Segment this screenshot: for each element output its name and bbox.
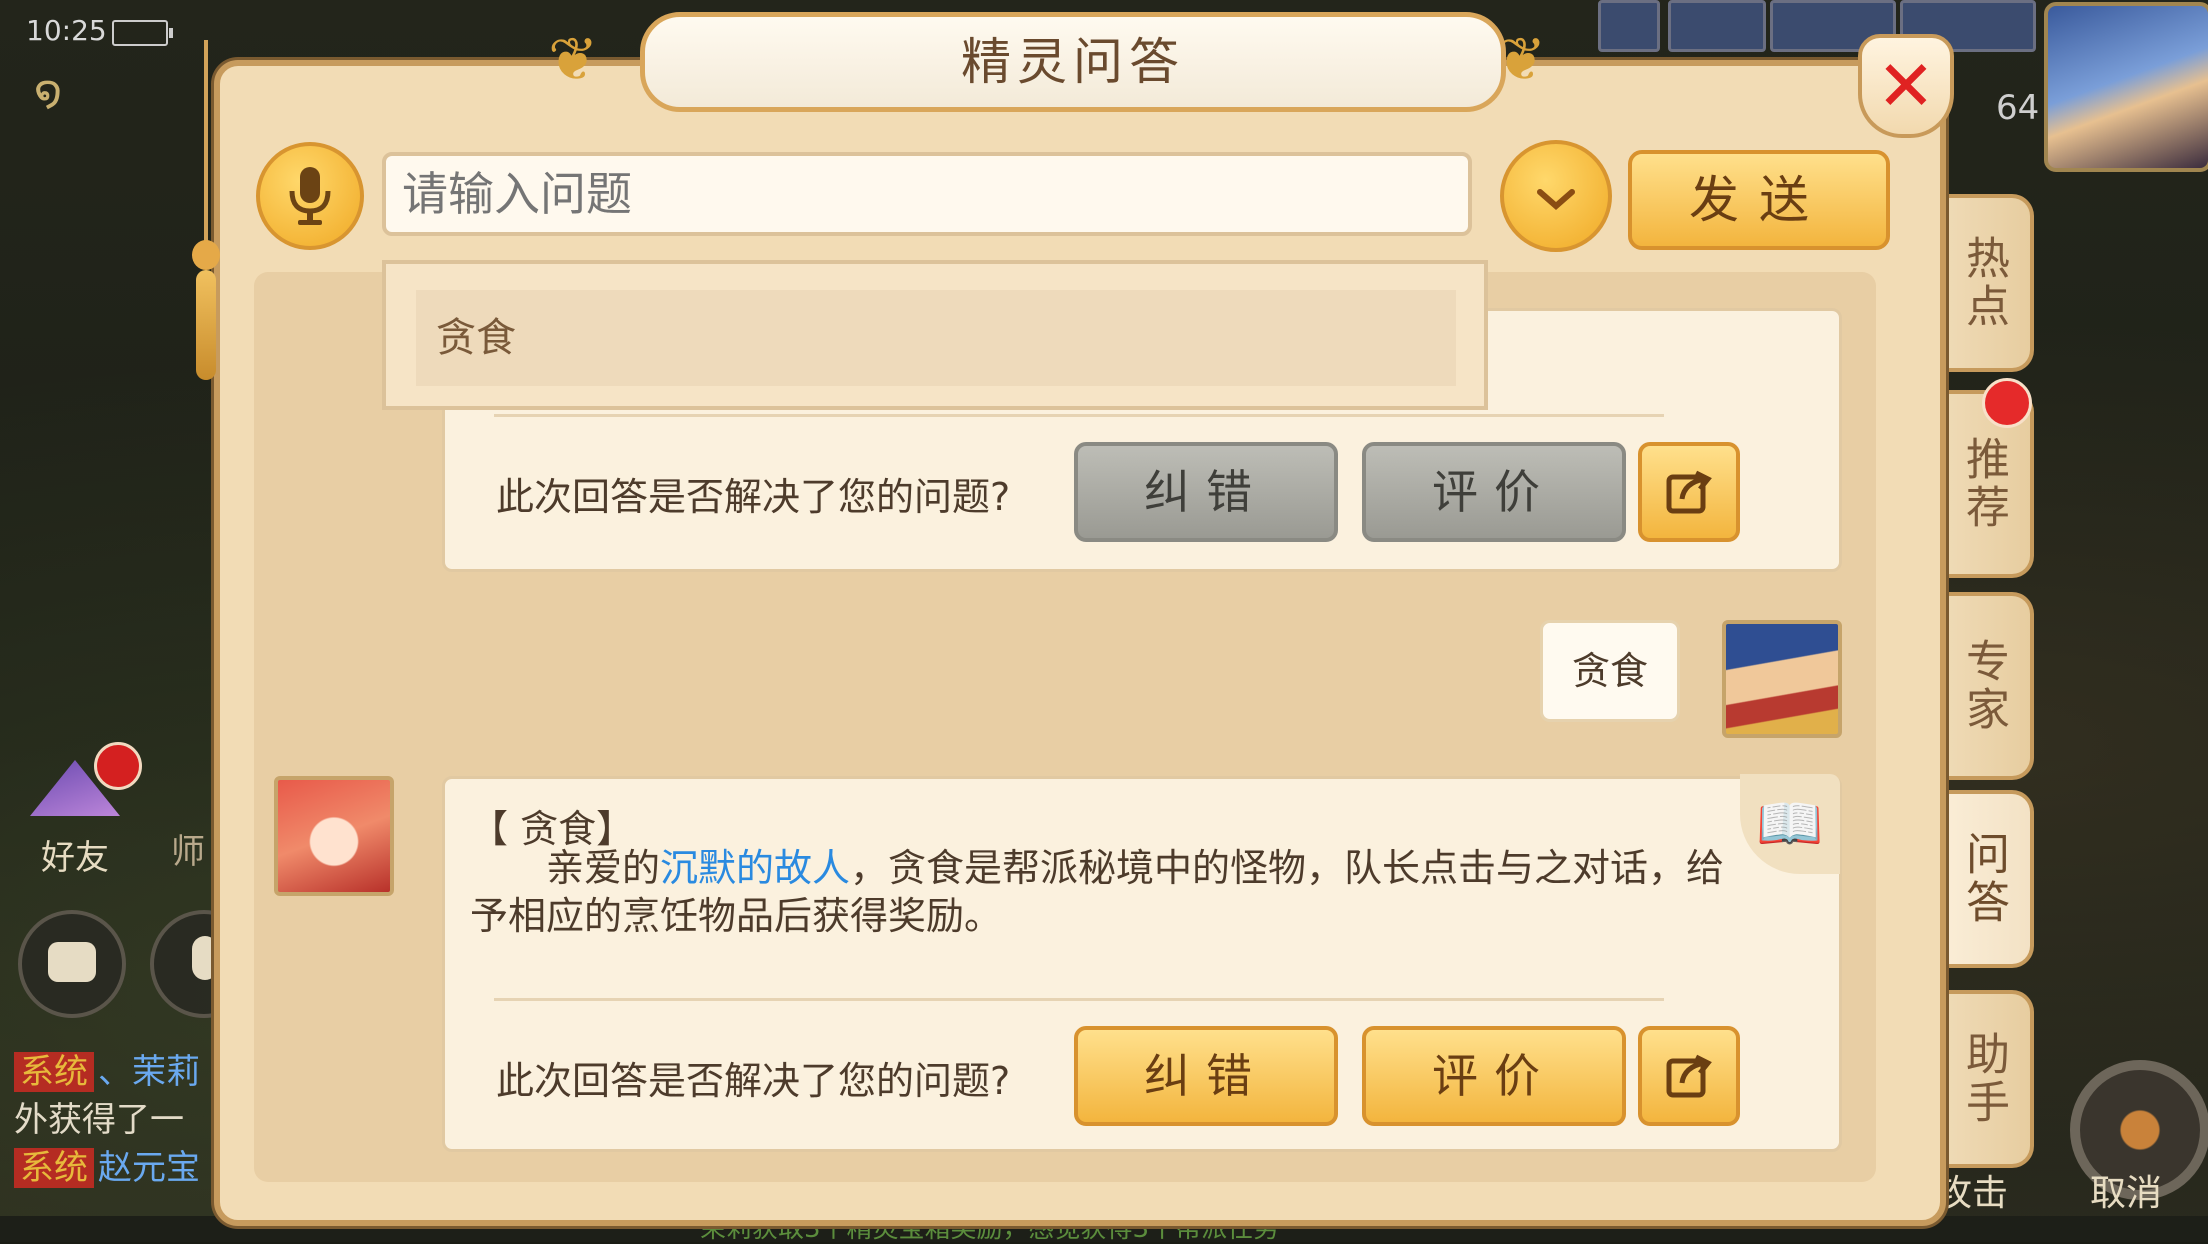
chat-bubble-icon [48, 942, 96, 982]
chat-line-2: 外获得了一 [14, 1100, 184, 1140]
spirit-avatar [274, 776, 394, 896]
friends-label: 好友 [41, 838, 109, 878]
correct-error-button-disabled[interactable]: 纠错 [1074, 442, 1338, 542]
microphone-icon [289, 167, 331, 225]
answer-share-button[interactable] [1638, 1026, 1740, 1126]
answer-body: 亲爱的沉默的故人，贪食是帮派秘境中的怪物，队长点击与之对话，给予相应的烹饪物品后… [470, 846, 1725, 938]
share-button[interactable] [1638, 442, 1740, 542]
user-message-bubble: 贪食 [1540, 620, 1680, 722]
buff-icon[interactable] [1598, 0, 1660, 52]
tab-hot[interactable]: 热点 [1936, 194, 2034, 372]
chat-line-3: 系统 赵元宝 [14, 1140, 200, 1189]
suggestion-item[interactable]: 贪食 [416, 290, 1456, 386]
player-level: 64 [1996, 88, 2040, 128]
close-button[interactable]: ✕ [1858, 34, 1954, 138]
recommend-notification-dot [1982, 378, 2032, 428]
user-avatar [1722, 620, 1842, 738]
hp-bar [1668, 0, 1766, 52]
voice-input-button[interactable] [256, 142, 364, 250]
card-divider [494, 414, 1664, 417]
swirl-menu-icon[interactable]: ໑ [34, 68, 82, 116]
player-name-link[interactable]: 沉默的故人 [660, 846, 850, 890]
feedback-question: 此次回答是否解决了您的问题? [496, 475, 1011, 519]
friends-notification-dot [94, 742, 142, 790]
rate-button[interactable]: 评价 [1362, 1026, 1626, 1126]
send-button[interactable]: 发送 [1628, 150, 1890, 250]
question-input[interactable] [382, 152, 1472, 236]
history-dropdown-button[interactable] [1500, 140, 1612, 252]
master-label: 师 [171, 832, 205, 872]
tab-qa[interactable]: 问答 [1936, 790, 2034, 968]
battery-icon [112, 20, 173, 46]
chat-button[interactable] [18, 910, 126, 1018]
share-icon [1666, 1054, 1712, 1098]
cloud-ornament-right-icon: ❦ [1496, 25, 1547, 95]
answer-feedback-question: 此次回答是否解决了您的问题? [496, 1059, 1011, 1103]
tab-expert[interactable]: 专家 [1936, 592, 2034, 780]
status-time: 10:25 [26, 14, 107, 47]
master-button[interactable]: 师 [158, 770, 218, 880]
cancel-label[interactable]: 取消 [2090, 1164, 2162, 1216]
chevron-down-icon [1537, 189, 1575, 210]
tassel-ornament [188, 40, 224, 380]
share-icon [1666, 470, 1712, 514]
tab-assistant[interactable]: 助手 [1936, 990, 2034, 1168]
correct-error-button[interactable]: 纠错 [1074, 1026, 1338, 1126]
player-avatar[interactable] [2044, 2, 2208, 172]
answer-divider [494, 998, 1664, 1001]
attack-label[interactable]: 攻击 [1936, 1164, 2008, 1216]
suggestion-dropdown: 贪食 [382, 260, 1488, 410]
chat-line-1: 系统 、茉莉 [14, 1044, 200, 1093]
rate-button-disabled[interactable]: 评价 [1362, 442, 1626, 542]
dialog-title: 精灵问答 [640, 12, 1506, 112]
